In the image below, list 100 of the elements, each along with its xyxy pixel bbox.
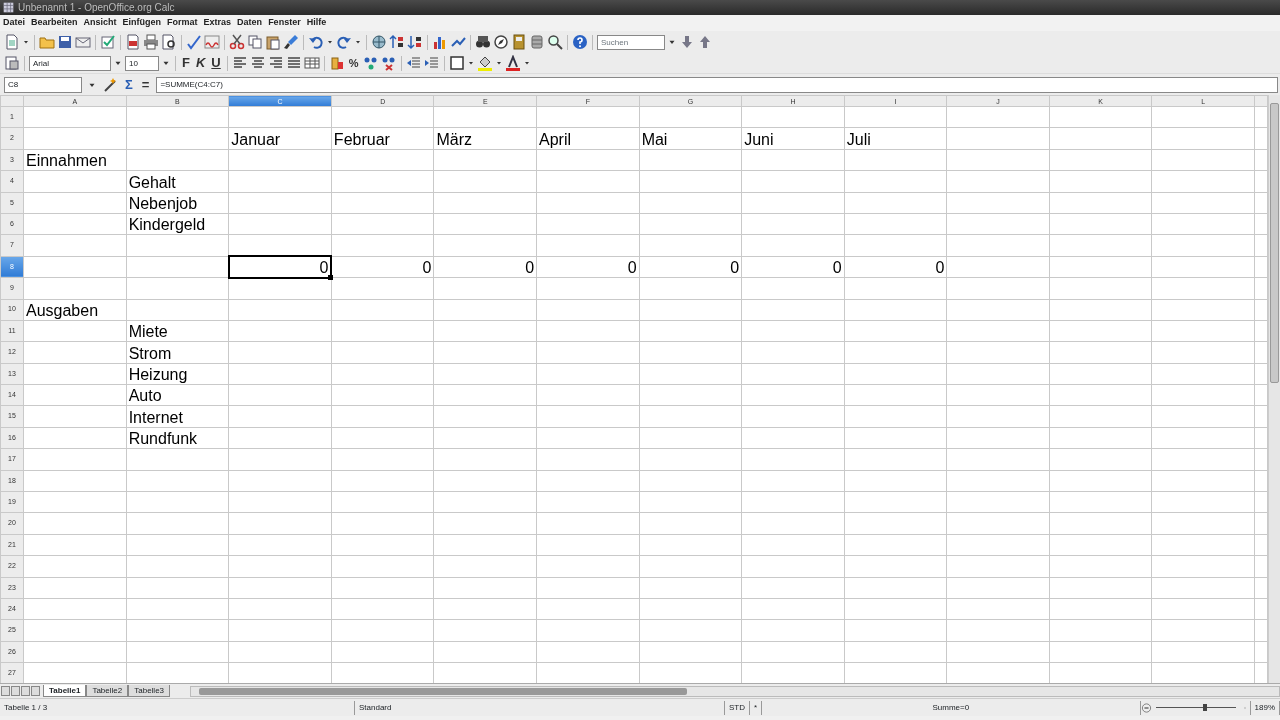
bold-button[interactable]: F	[180, 55, 192, 71]
table-cell[interactable]: 0	[536, 256, 640, 278]
sort-descending-icon[interactable]	[407, 34, 423, 50]
book-icon[interactable]	[511, 34, 527, 50]
envelope-icon[interactable]	[75, 34, 91, 50]
menu-item[interactable]: Fenster	[268, 16, 301, 30]
fill-handle[interactable]	[328, 274, 334, 280]
brush-icon[interactable]	[283, 34, 299, 50]
table-icon[interactable]	[303, 55, 320, 71]
table-cell[interactable]: Mai	[639, 127, 742, 150]
menu-item[interactable]: Ansicht	[83, 16, 117, 30]
font-color-icon[interactable]	[504, 55, 521, 71]
arrow-up-icon[interactable]	[697, 34, 713, 50]
table-cell[interactable]: März	[433, 127, 537, 150]
compass-icon[interactable]	[493, 34, 509, 50]
document-icon[interactable]	[4, 34, 20, 50]
table-cell[interactable]: Strom	[126, 341, 229, 364]
formula-input[interactable]: =SUMME(C4:C7)	[156, 76, 1278, 93]
formula-button[interactable]: =	[139, 76, 152, 93]
paint-bucket-icon[interactable]	[476, 55, 493, 71]
table-cell[interactable]: 0	[844, 256, 947, 278]
scrollbar-thumb[interactable]	[199, 687, 688, 695]
align-left-icon[interactable]	[231, 55, 248, 71]
menu-item[interactable]: Format	[167, 16, 198, 30]
help-icon[interactable]	[572, 34, 588, 50]
justify-icon[interactable]	[285, 55, 302, 71]
globe-icon[interactable]	[371, 34, 387, 50]
zoom-level: 189%	[1250, 700, 1280, 715]
table-cell[interactable]: 0	[228, 256, 332, 278]
search-field[interactable]: Suchen	[597, 34, 665, 50]
horizontal-scrollbar[interactable]	[190, 685, 1280, 697]
copy-icon[interactable]	[247, 34, 263, 50]
table-cell[interactable]: 0	[433, 256, 537, 278]
table-cell[interactable]: 0	[639, 256, 742, 278]
scrollbar-thumb[interactable]	[1270, 103, 1279, 383]
checkmark-icon[interactable]	[186, 34, 202, 50]
align-center-icon[interactable]	[249, 55, 266, 71]
border-icon[interactable]	[448, 55, 465, 71]
cell-reference-field[interactable]: C8	[4, 76, 82, 93]
table-cell[interactable]: Juli	[844, 127, 947, 150]
align-right-icon[interactable]	[267, 55, 284, 71]
currency-icon[interactable]	[328, 55, 345, 71]
table-cell[interactable]: Ausgaben	[23, 299, 127, 321]
slider-thumb[interactable]	[1203, 704, 1208, 711]
redo-icon[interactable]	[336, 34, 352, 50]
table-cell[interactable]: Februar	[331, 127, 434, 150]
table-cell[interactable]: Auto	[126, 384, 229, 406]
pdf-document-icon[interactable]	[125, 34, 141, 50]
printer-icon[interactable]	[143, 34, 159, 50]
menu-item[interactable]: Bearbeiten	[31, 16, 78, 30]
sheet-tab[interactable]: Tabelle1	[43, 685, 87, 697]
indent-icon[interactable]	[423, 55, 440, 71]
function-wizard-icon[interactable]	[102, 76, 118, 93]
menu-item[interactable]: Einfügen	[122, 16, 162, 30]
menu-item[interactable]: Extras	[203, 16, 232, 30]
menu-item[interactable]: Daten	[237, 16, 263, 30]
zoom-out-icon[interactable]	[1140, 700, 1152, 715]
add-decimal-icon[interactable]	[362, 55, 379, 71]
form-icon[interactable]	[4, 55, 20, 71]
delete-decimal-icon[interactable]	[380, 55, 397, 71]
arrow-down-icon[interactable]	[679, 34, 695, 50]
wavy-underline-icon[interactable]	[204, 34, 220, 50]
font-size-field[interactable]: 10	[125, 55, 159, 71]
scissors-icon[interactable]	[229, 34, 245, 50]
folder-icon[interactable]	[39, 34, 55, 50]
corner-cell[interactable]	[0, 95, 24, 107]
page-magnifier-icon[interactable]	[161, 34, 177, 50]
checkbox-icon[interactable]	[100, 34, 116, 50]
search-icon[interactable]	[547, 34, 563, 50]
table-cell[interactable]: 0	[331, 256, 434, 278]
italic-button[interactable]: K	[193, 55, 208, 71]
table-cell[interactable]: Gehalt	[126, 170, 229, 193]
vertical-scrollbar[interactable]	[1268, 95, 1280, 683]
table-cell[interactable]: Nebenjob	[126, 192, 229, 214]
underline-button[interactable]: U	[209, 55, 223, 71]
binoculars-icon[interactable]	[475, 34, 491, 50]
clipboard-icon[interactable]	[265, 34, 281, 50]
table-cell[interactable]: 0	[741, 256, 845, 278]
table-cell[interactable]: Miete	[126, 320, 229, 342]
table-cell[interactable]: Internet	[126, 405, 229, 428]
table-cell[interactable]: Januar	[228, 127, 332, 150]
font-name-field[interactable]: Arial	[29, 55, 111, 71]
bar-chart-icon[interactable]	[432, 34, 448, 50]
outdent-icon[interactable]	[405, 55, 422, 71]
undo-icon[interactable]	[308, 34, 324, 50]
table-cell[interactable]: April	[536, 127, 640, 150]
table-cell[interactable]: Einnahmen	[23, 149, 127, 171]
table-cell[interactable]: Rundfunk	[126, 427, 229, 449]
table-cell[interactable]: Juni	[741, 127, 845, 150]
database-icon[interactable]	[529, 34, 545, 50]
table-cell[interactable]: Kindergeld	[126, 213, 229, 235]
sheet-tab[interactable]: Tabelle2	[86, 685, 129, 697]
sheet-tab[interactable]: Tabelle3	[128, 685, 171, 697]
sum-button[interactable]: Σ	[123, 76, 135, 93]
menu-item[interactable]: Datei	[3, 16, 25, 30]
table-cell[interactable]: Heizung	[126, 363, 229, 385]
menu-item[interactable]: Hilfe	[306, 16, 327, 30]
sort-ascending-icon[interactable]	[389, 34, 405, 50]
window-title: Unbenannt 1 - OpenOffice.org Calc	[18, 1, 175, 15]
percent-button[interactable]: %	[346, 55, 361, 71]
